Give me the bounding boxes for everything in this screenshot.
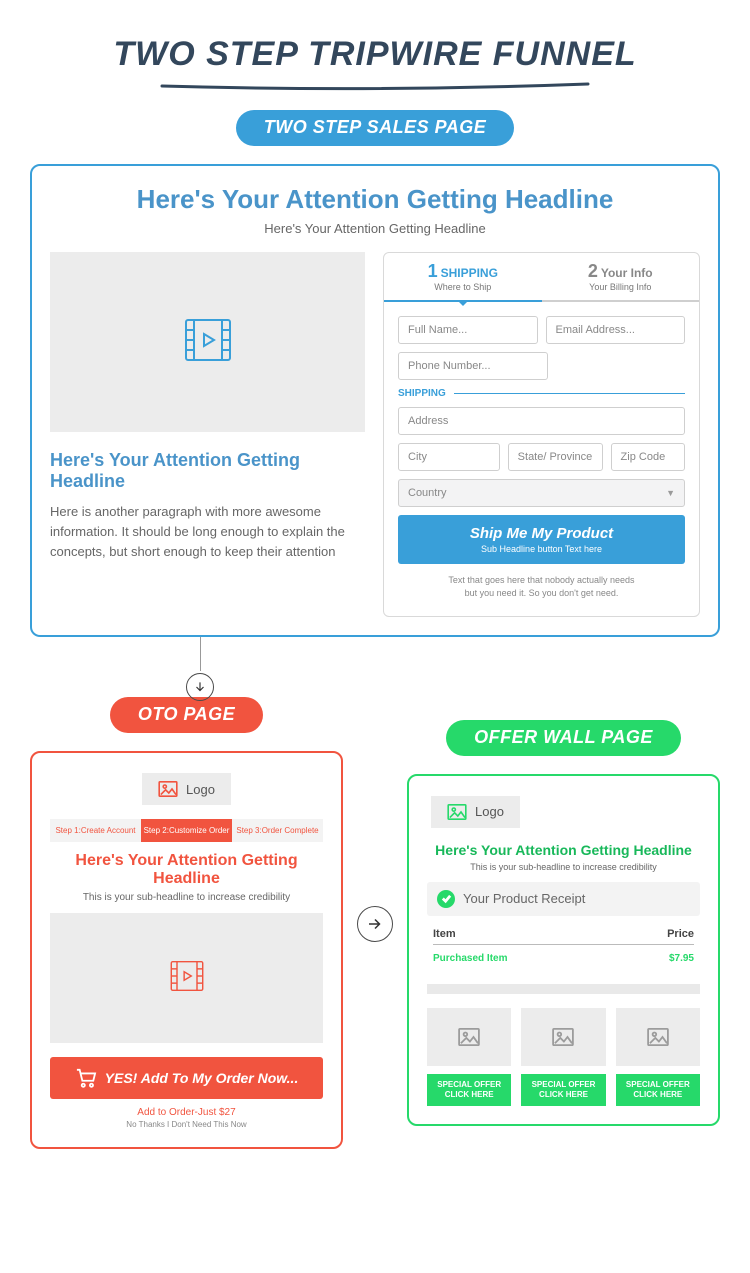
step-1[interactable]: Step 1:Create Account bbox=[50, 819, 141, 842]
image-icon bbox=[158, 781, 178, 797]
divider-bar bbox=[427, 984, 700, 994]
tab2-sub: Your Billing Info bbox=[546, 282, 696, 292]
ow-headline: Here's Your Attention Getting Headline bbox=[427, 842, 700, 858]
oto-no-thanks[interactable]: No Thanks I Don't Need This Now bbox=[50, 1120, 323, 1129]
oto-headline: Here's Your Attention Getting Headline bbox=[50, 852, 323, 888]
offer-2: SPECIAL OFFERCLICK HERE bbox=[521, 1008, 605, 1107]
image-icon bbox=[647, 1028, 669, 1046]
sales-page-card: Here's Your Attention Getting Headline H… bbox=[30, 164, 720, 637]
receipt-header: Your Product Receipt bbox=[427, 882, 700, 916]
film-play-icon bbox=[180, 312, 236, 373]
offer-1: SPECIAL OFFERCLICK HERE bbox=[427, 1008, 511, 1107]
ship-button[interactable]: Ship Me My Product Sub Headline button T… bbox=[398, 515, 685, 564]
zip-input[interactable]: Zip Code bbox=[611, 443, 685, 471]
oto-card: Logo Step 1:Create Account Step 2:Custom… bbox=[30, 751, 343, 1149]
offer-1-button[interactable]: SPECIAL OFFERCLICK HERE bbox=[427, 1074, 511, 1107]
item-price: $7.95 bbox=[669, 953, 694, 964]
add-to-order-button[interactable]: YES! Add To My Order Now... bbox=[50, 1057, 323, 1099]
page-title: Two Step Tripwire Funnel bbox=[0, 0, 750, 80]
sales-left-headline: Here's Your Attention Getting Headline bbox=[50, 450, 365, 492]
tab-your-info[interactable]: 2Your Info Your Billing Info bbox=[542, 253, 700, 302]
ow-logo: Logo bbox=[431, 796, 520, 828]
tab2-number: 2 bbox=[588, 261, 598, 281]
tab1-title: SHIPPING bbox=[441, 266, 498, 280]
tab1-sub: Where to Ship bbox=[388, 282, 538, 292]
fullname-input[interactable]: Full Name... bbox=[398, 316, 538, 344]
ship-button-sub: Sub Headline button Text here bbox=[402, 544, 681, 554]
offer-2-button[interactable]: SPECIAL OFFERCLICK HERE bbox=[521, 1074, 605, 1107]
connector-down bbox=[0, 637, 750, 697]
title-underline bbox=[160, 80, 590, 90]
form-notice: Text that goes here that nobody actually… bbox=[398, 564, 685, 606]
th-item: Item bbox=[433, 928, 667, 940]
oto-sub: This is your sub-headline to increase cr… bbox=[50, 892, 323, 903]
sales-page-pill: Two Step Sales Page bbox=[236, 110, 515, 146]
oto-logo: Logo bbox=[142, 773, 231, 805]
sales-left-paragraph: Here is another paragraph with more awes… bbox=[50, 502, 365, 562]
receipt-table: ItemPrice Purchased Item$7.95 bbox=[427, 916, 700, 980]
ow-logo-text: Logo bbox=[475, 804, 504, 819]
sales-headline: Here's Your Attention Getting Headline bbox=[50, 184, 700, 215]
arrow-down-icon bbox=[186, 673, 214, 701]
step-3[interactable]: Step 3:Order Complete bbox=[232, 819, 323, 842]
offer-image bbox=[427, 1008, 511, 1066]
state-input[interactable]: State/ Province bbox=[508, 443, 603, 471]
oto-page-pill: OTO Page bbox=[110, 697, 263, 733]
oto-steps: Step 1:Create Account Step 2:Customize O… bbox=[50, 819, 323, 842]
address-input[interactable]: Address bbox=[398, 407, 685, 435]
ship-button-main: Ship Me My Product bbox=[402, 525, 681, 542]
video-placeholder[interactable] bbox=[50, 252, 365, 432]
country-select[interactable]: Country ▼ bbox=[398, 479, 685, 507]
tab-shipping[interactable]: 1SHIPPING Where to Ship bbox=[384, 253, 542, 302]
sales-subhead: Here's Your Attention Getting Headline bbox=[50, 221, 700, 236]
chevron-down-icon: ▼ bbox=[666, 488, 675, 498]
ow-sub: This is your sub-headline to increase cr… bbox=[427, 862, 700, 872]
offer-wall-card: Logo Here's Your Attention Getting Headl… bbox=[407, 774, 720, 1127]
country-value: Country bbox=[408, 487, 447, 499]
arrow-right-icon bbox=[357, 906, 393, 942]
shipping-section-label: SHIPPING bbox=[398, 388, 685, 399]
add-to-order-label: YES! Add To My Order Now... bbox=[105, 1070, 299, 1086]
offer-image bbox=[616, 1008, 700, 1066]
email-input[interactable]: Email Address... bbox=[546, 316, 686, 344]
phone-input[interactable]: Phone Number... bbox=[398, 352, 548, 380]
order-form: 1SHIPPING Where to Ship 2Your Info Your … bbox=[383, 252, 700, 617]
oto-link[interactable]: Add to Order-Just $27 bbox=[50, 1107, 323, 1118]
check-circle-icon bbox=[437, 890, 455, 908]
image-icon bbox=[552, 1028, 574, 1046]
receipt-title: Your Product Receipt bbox=[463, 891, 585, 906]
connector-right bbox=[357, 904, 393, 942]
image-icon bbox=[447, 804, 467, 820]
th-price: Price bbox=[667, 928, 694, 940]
oto-logo-text: Logo bbox=[186, 782, 215, 797]
tab2-title: Your Info bbox=[601, 266, 653, 280]
offer-3-button[interactable]: SPECIAL OFFERCLICK HERE bbox=[616, 1074, 700, 1107]
item-name: Purchased Item bbox=[433, 953, 669, 964]
city-input[interactable]: City bbox=[398, 443, 500, 471]
step-2[interactable]: Step 2:Customize Order bbox=[141, 819, 232, 842]
oto-video-placeholder[interactable] bbox=[50, 913, 323, 1043]
offer-3: SPECIAL OFFERCLICK HERE bbox=[616, 1008, 700, 1107]
image-icon bbox=[458, 1028, 480, 1046]
cart-icon bbox=[75, 1068, 97, 1088]
offer-image bbox=[521, 1008, 605, 1066]
film-play-icon bbox=[167, 956, 207, 1001]
offer-wall-pill: Offer Wall Page bbox=[446, 720, 681, 756]
tab1-number: 1 bbox=[428, 261, 438, 281]
